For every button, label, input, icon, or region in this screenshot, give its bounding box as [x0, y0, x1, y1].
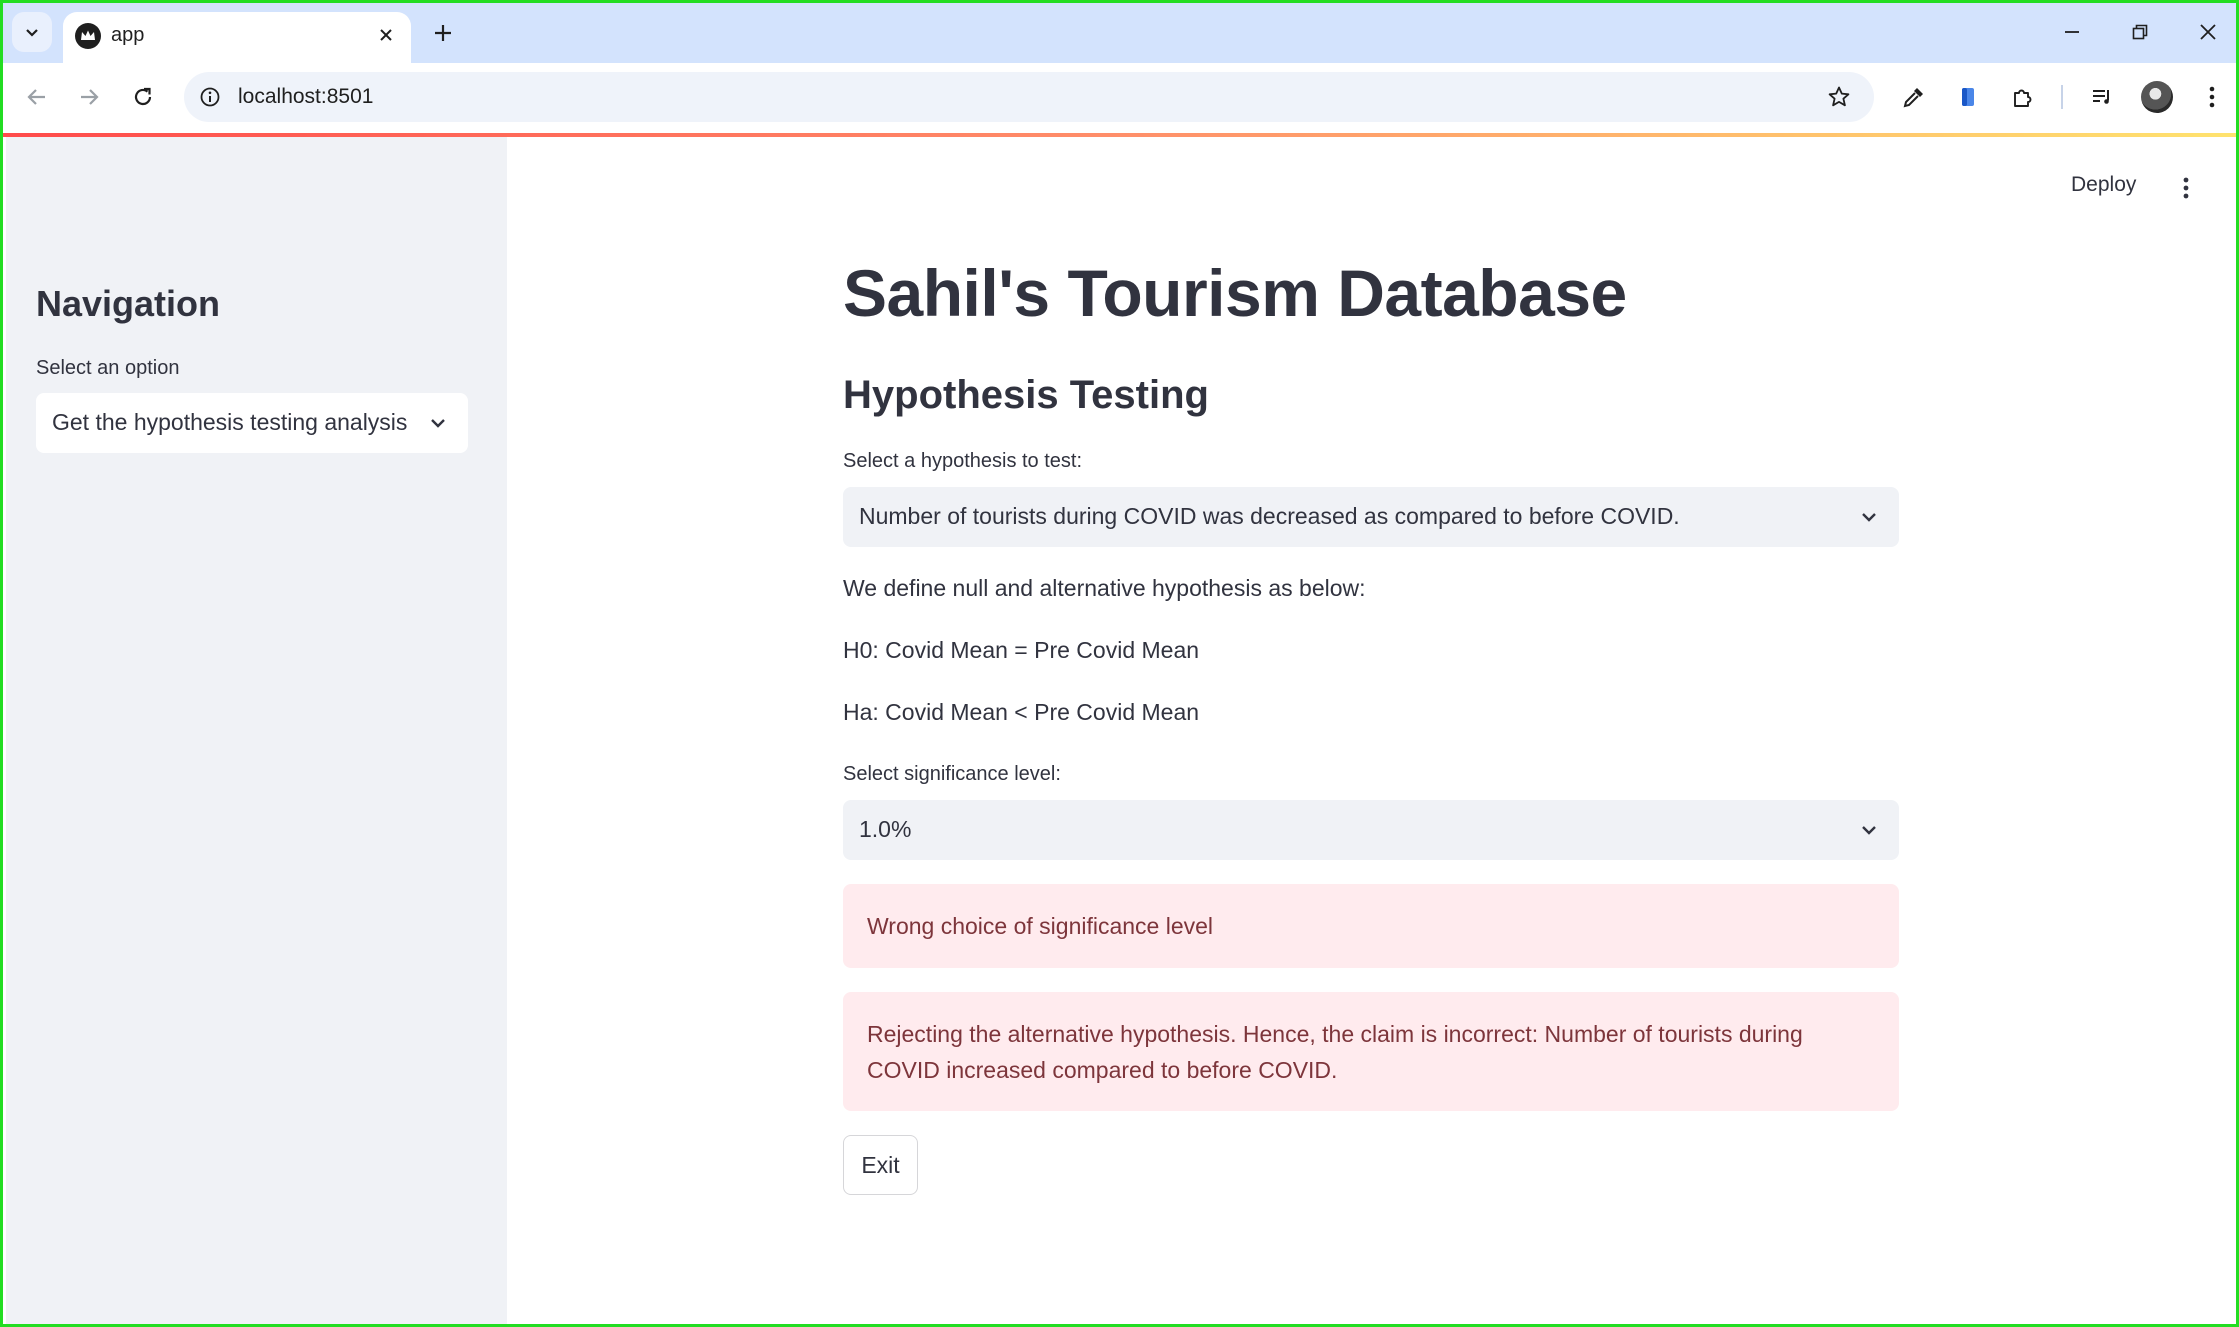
browser-menu-button[interactable] [2192, 77, 2232, 117]
eyedropper-icon[interactable] [1894, 77, 1934, 117]
address-bar[interactable]: localhost:8501 [184, 72, 1874, 122]
tab-search-button[interactable] [12, 12, 52, 52]
hypothesis-select-label: Select a hypothesis to test: [843, 450, 1083, 472]
tab-strip: app [3, 3, 2236, 63]
navigation-select[interactable]: Get the hypothesis testing analysis [36, 393, 468, 453]
kebab-icon [2209, 86, 2215, 108]
section-subheader: Hypothesis Testing [843, 373, 1209, 417]
hypothesis-select-value: Number of tourists during COVID was decr… [859, 503, 1680, 529]
reload-button[interactable] [123, 77, 163, 117]
minimize-button[interactable] [2047, 11, 2097, 53]
close-icon [380, 29, 392, 41]
arrow-left-icon [27, 89, 45, 105]
significance-select-label: Select significance level: [843, 763, 1061, 785]
browser-tab[interactable]: app [63, 12, 411, 63]
sidebar-select-label: Select an option [36, 357, 180, 379]
sidebar-heading: Navigation [36, 283, 221, 324]
deploy-button[interactable]: Deploy [2071, 173, 2136, 197]
significance-select[interactable]: 1.0% [843, 800, 1899, 860]
app-menu-button[interactable] [2171, 170, 2201, 206]
close-icon [2200, 24, 2216, 40]
minimize-icon [2065, 31, 2079, 33]
puzzle-icon[interactable] [2003, 77, 2043, 117]
plus-icon [435, 25, 451, 41]
error-alert-result: Rejecting the alternative hypothesis. He… [843, 992, 1899, 1111]
chevron-down-icon [1857, 505, 1881, 529]
chevron-down-icon [26, 29, 38, 37]
star-icon[interactable] [1824, 82, 1854, 112]
chevron-down-icon [1857, 818, 1881, 842]
error-alert-significance-text: Wrong choice of significance level [867, 913, 1214, 939]
forward-button[interactable] [69, 77, 109, 117]
error-alert-significance: Wrong choice of significance level [843, 884, 1899, 968]
restore-button[interactable] [2115, 11, 2165, 53]
alternative-hypothesis-text: Ha: Covid Mean < Pre Covid Mean [843, 699, 1200, 725]
streamlit-crown-icon [75, 23, 101, 49]
error-alert-result-text: Rejecting the alternative hypothesis. He… [867, 1021, 1803, 1083]
restore-icon [2132, 24, 2148, 40]
extension-icon[interactable] [1948, 77, 1988, 117]
exit-button[interactable]: Exit [843, 1135, 918, 1195]
arrow-right-icon [81, 89, 99, 105]
back-button[interactable] [17, 77, 57, 117]
toolbar-divider [2061, 85, 2063, 109]
info-icon[interactable] [196, 83, 224, 111]
browser-window: app localhost:8501 Navigation Select an … [0, 0, 2239, 1327]
significance-select-value: 1.0% [859, 816, 912, 842]
page-title: Sahil's Tourism Database [843, 256, 1627, 330]
new-tab-button[interactable] [425, 15, 461, 51]
browser-toolbar: localhost:8501 [3, 63, 2236, 133]
chevron-down-icon [426, 411, 450, 435]
tab-title: app [111, 24, 145, 46]
close-window-button[interactable] [2183, 11, 2233, 53]
kebab-icon [2183, 177, 2189, 199]
null-hypothesis-text: H0: Covid Mean = Pre Covid Mean [843, 637, 1200, 663]
hypothesis-select[interactable]: Number of tourists during COVID was decr… [843, 487, 1899, 547]
hypothesis-intro-text: We define null and alternative hypothesi… [843, 575, 1366, 601]
reload-icon [134, 87, 152, 106]
url-text[interactable]: localhost:8501 [238, 85, 373, 109]
navigation-select-value: Get the hypothesis testing analysis [52, 409, 408, 435]
profile-avatar[interactable] [2141, 81, 2173, 113]
media-queue-icon[interactable] [2082, 77, 2122, 117]
tab-close-button[interactable] [371, 20, 401, 50]
